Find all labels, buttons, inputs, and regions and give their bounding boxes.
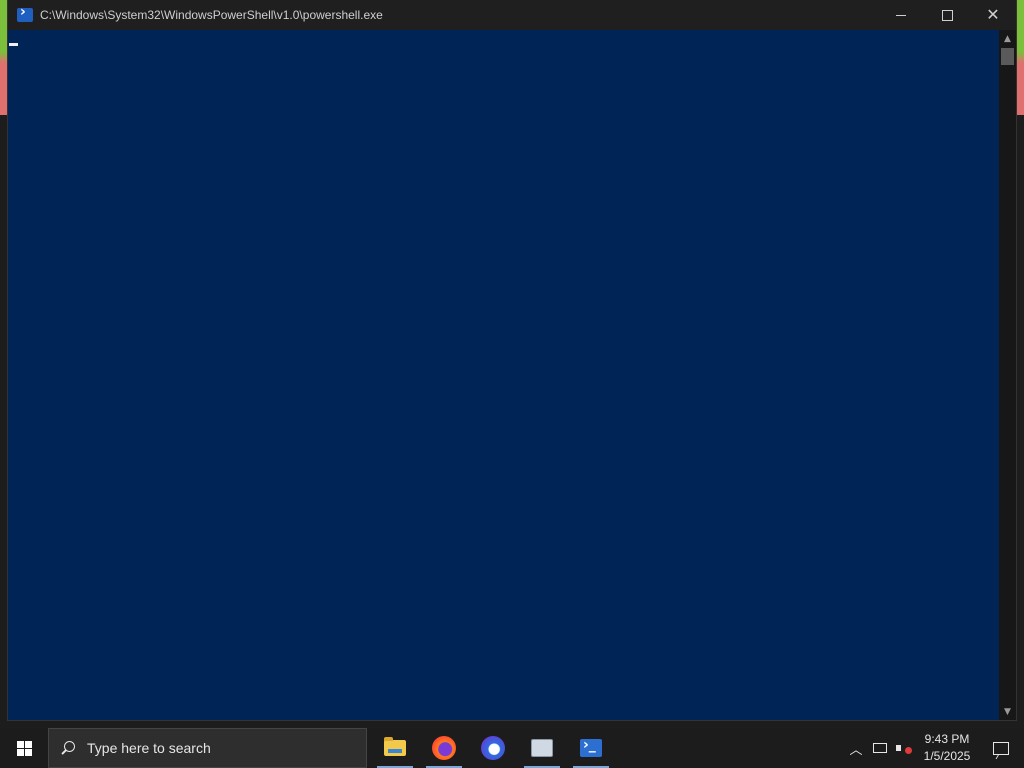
taskbar: Type here to search ︿ 9:43 PM 1/5/2025	[0, 728, 1024, 768]
minimize-icon	[896, 14, 906, 16]
clock-date: 1/5/2025	[923, 749, 971, 763]
folder-icon	[384, 737, 406, 756]
maximize-icon	[941, 9, 953, 21]
minimize-button[interactable]	[878, 0, 924, 30]
chevron-up-icon: ︿	[849, 742, 863, 758]
scroll-thumb[interactable]	[1001, 48, 1014, 65]
network-button[interactable]	[868, 728, 892, 768]
maximize-button[interactable]	[924, 0, 970, 30]
title-bar[interactable]: C:\Windows\System32\WindowsPowerShell\v1…	[8, 0, 1016, 30]
search-icon	[61, 741, 75, 755]
windows-logo-icon	[16, 740, 32, 756]
taskbar-file-explorer[interactable]	[371, 728, 419, 768]
console-area[interactable]	[8, 30, 999, 720]
desktop-wallpaper-right	[1016, 0, 1024, 115]
powershell-icon	[17, 4, 33, 22]
firefox-icon	[432, 736, 456, 760]
taskbar-firefox-dev[interactable]	[469, 728, 517, 768]
powershell-window: C:\Windows\System32\WindowsPowerShell\v1…	[8, 0, 1016, 720]
show-hidden-icons-button[interactable]: ︿	[844, 728, 868, 768]
desktop-wallpaper-left	[0, 0, 8, 115]
taskbar-firefox[interactable]	[420, 728, 468, 768]
close-icon: ✕	[986, 5, 1000, 24]
taskbar-remote-desktop[interactable]	[518, 728, 566, 768]
network-icon	[873, 743, 887, 753]
notification-icon	[993, 741, 1009, 755]
firefox-dev-icon	[481, 736, 505, 760]
scroll-up-arrow-icon[interactable]: ▲	[999, 30, 1016, 47]
system-tray: ︿ 9:43 PM 1/5/2025	[844, 728, 1024, 768]
close-button[interactable]: ✕	[970, 0, 1016, 30]
clock[interactable]: 9:43 PM 1/5/2025	[916, 728, 978, 768]
start-button[interactable]	[0, 728, 48, 768]
text-cursor	[9, 43, 18, 46]
scroll-down-arrow-icon[interactable]: ▼	[999, 703, 1016, 720]
remote-desktop-icon	[531, 739, 553, 757]
taskbar-powershell[interactable]	[567, 728, 615, 768]
clock-time: 9:43 PM	[924, 732, 970, 746]
taskbar-search-box[interactable]: Type here to search	[48, 728, 367, 768]
window-title: C:\Windows\System32\WindowsPowerShell\v1…	[40, 8, 383, 22]
vertical-scrollbar[interactable]: ▲ ▼	[999, 30, 1016, 720]
volume-button[interactable]	[892, 728, 916, 768]
volume-muted-icon	[896, 742, 912, 754]
search-placeholder: Type here to search	[87, 740, 211, 756]
action-center-button[interactable]	[978, 728, 1024, 768]
powershell-icon	[580, 737, 602, 757]
